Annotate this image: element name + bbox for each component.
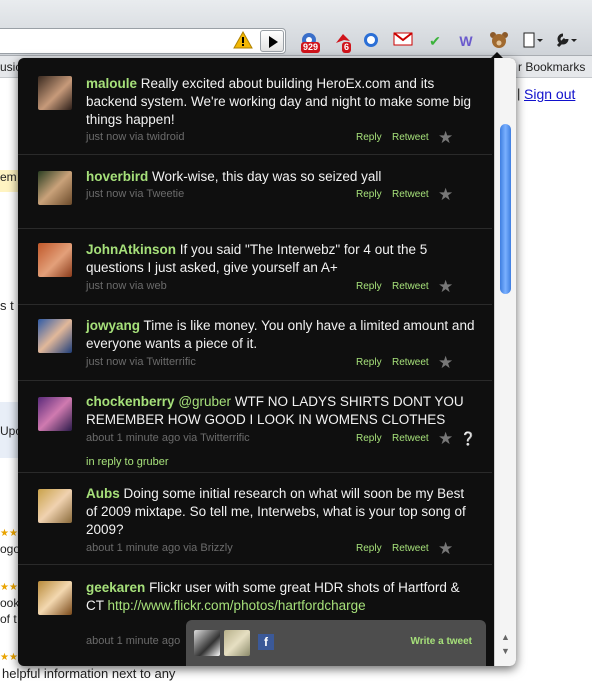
bottom-bar: f Write a tweet — [186, 620, 486, 666]
scrollbar[interactable]: ▲ ▼ — [494, 58, 516, 666]
tweet-message: Time is like money. You only have a limi… — [86, 318, 475, 351]
user-avatar[interactable] — [38, 76, 72, 110]
retweet-button[interactable]: Retweet — [392, 543, 429, 554]
favorite-star-icon[interactable]: ★ — [438, 186, 454, 203]
play-icon[interactable] — [260, 30, 284, 52]
tweet-item: maloule Really excited about building He… — [18, 58, 492, 155]
tweet-meta: about 1 minute ago — [86, 635, 181, 647]
retweet-button[interactable]: Retweet — [392, 132, 429, 143]
tweet-meta: just now via Tweetie — [86, 188, 185, 200]
tweet-username[interactable]: geekaren — [86, 580, 145, 595]
page-footer-text: helpful information next to any — [2, 666, 176, 681]
browser-toolbar: 929 6 ✔ W — [0, 0, 592, 56]
tweet-mention[interactable]: @gruber — [178, 394, 231, 409]
tweet-item: Aubs Doing some initial research on what… — [18, 473, 492, 565]
tweet-text: JohnAtkinson If you said "The Interwebz"… — [86, 241, 476, 277]
user-avatar[interactable] — [38, 489, 72, 523]
tweet-username[interactable]: Aubs — [86, 486, 120, 501]
account-avatar[interactable] — [224, 630, 250, 656]
tweet-item: hoverbird Work-wise, this day was so sei… — [18, 155, 492, 229]
gmail-icon[interactable] — [392, 31, 414, 51]
tweet-username[interactable]: chockenberry — [86, 394, 175, 409]
favorite-star-icon[interactable]: ★ — [438, 430, 454, 447]
checkmark-icon[interactable]: ✔ — [424, 31, 446, 51]
tweet-meta: about 1 minute ago via Twitterrific — [86, 432, 250, 444]
rating-stars: ★★ — [0, 528, 18, 539]
unread-count-badge: 929 — [301, 42, 321, 53]
phone-icon[interactable] — [360, 31, 382, 51]
tweet-text: Aubs Doing some initial research on what… — [86, 485, 476, 539]
page-fragment: em — [0, 170, 18, 192]
notification-count-badge: 6 — [342, 42, 352, 53]
reply-button[interactable]: Reply — [356, 281, 382, 292]
bird-notifier-icon[interactable]: 6 — [332, 31, 354, 53]
tweet-message: Work-wise, this day was so seized yall — [152, 169, 382, 184]
retweet-button[interactable]: Retweet — [392, 433, 429, 444]
tweet-text: hoverbird Work-wise, this day was so sei… — [86, 168, 476, 186]
write-tweet-button[interactable]: Write a tweet — [411, 636, 473, 647]
account-avatar[interactable] — [194, 630, 220, 656]
reply-button[interactable]: Reply — [356, 543, 382, 554]
tweet-username[interactable]: JohnAtkinson — [86, 242, 176, 257]
tweet-meta: just now via web — [86, 280, 167, 292]
tweet-item: jowyang Time is like money. You only hav… — [18, 305, 492, 381]
tweet-message: Really excited about building HeroEx.com… — [86, 76, 472, 127]
favorite-star-icon[interactable]: ★ — [438, 354, 454, 371]
conversation-icon[interactable]: ❔ — [460, 431, 476, 447]
tweet-meta: just now via twidroid — [86, 131, 185, 143]
timeline-list: maloule Really excited about building He… — [18, 58, 492, 666]
wrench-menu-icon[interactable] — [554, 31, 577, 51]
tweet-meta: just now via Twitterrific — [86, 356, 196, 368]
reply-button[interactable]: Reply — [356, 433, 382, 444]
separator: | — [517, 86, 521, 101]
scrollbar-thumb[interactable] — [500, 124, 511, 294]
tweet-item: chockenberry @gruber WTF NO LADYS SHIRTS… — [18, 381, 492, 473]
screen: 929 6 ✔ W usic r Bookmarks | Sign out em… — [0, 0, 592, 692]
favorite-star-icon[interactable]: ★ — [438, 540, 454, 557]
scroll-up-arrow-icon[interactable]: ▲ — [501, 632, 510, 642]
tweet-text: geekaren Flickr user with some great HDR… — [86, 579, 476, 615]
tweet-message: Doing some initial research on what will… — [86, 486, 466, 537]
reply-button[interactable]: Reply — [356, 132, 382, 143]
page-fragment: s t — [0, 298, 14, 313]
tweet-username[interactable]: hoverbird — [86, 169, 148, 184]
page-menu-icon[interactable] — [522, 31, 544, 51]
rating-stars: ★★ — [0, 652, 18, 663]
tweet-username[interactable]: jowyang — [86, 318, 140, 333]
tweet-text: maloule Really excited about building He… — [86, 75, 476, 129]
user-avatar[interactable] — [38, 397, 72, 431]
rss-feed-icon[interactable]: 929 — [298, 31, 321, 53]
user-avatar[interactable] — [38, 581, 72, 615]
favorite-star-icon[interactable]: ★ — [438, 278, 454, 295]
page-fragment: ook — [0, 596, 20, 610]
user-avatar[interactable] — [38, 171, 72, 205]
warning-icon[interactable] — [233, 31, 253, 49]
chromed-bird-popup: maloule Really excited about building He… — [18, 58, 516, 666]
scroll-down-arrow-icon[interactable]: ▼ — [501, 646, 510, 656]
tweet-item: JohnAtkinson If you said "The Interwebz"… — [18, 229, 492, 305]
tweet-text: chockenberry @gruber WTF NO LADYS SHIRTS… — [86, 393, 476, 429]
page-fragment: of t — [0, 612, 17, 626]
w-extension-icon[interactable]: W — [455, 31, 477, 51]
tweet-link[interactable]: http://www.flickr.com/photos/hartfordcha… — [108, 598, 366, 613]
tweet-username[interactable]: maloule — [86, 76, 137, 91]
retweet-button[interactable]: Retweet — [392, 357, 429, 368]
rating-stars: ★★ — [0, 582, 18, 593]
facebook-icon[interactable]: f — [258, 634, 274, 650]
page-fragment: Upc — [0, 402, 21, 458]
bear-chromed-bird-icon[interactable] — [488, 31, 510, 51]
favorite-star-icon[interactable]: ★ — [438, 129, 454, 146]
retweet-button[interactable]: Retweet — [392, 189, 429, 200]
tweet-text: jowyang Time is like money. You only hav… — [86, 317, 476, 353]
reply-button[interactable]: Reply — [356, 357, 382, 368]
user-avatar[interactable] — [38, 243, 72, 277]
user-avatar[interactable] — [38, 319, 72, 353]
reply-button[interactable]: Reply — [356, 189, 382, 200]
tweet-meta: about 1 minute ago via Brizzly — [86, 542, 233, 554]
retweet-button[interactable]: Retweet — [392, 281, 429, 292]
other-bookmarks[interactable]: r Bookmarks — [518, 60, 585, 74]
sign-out-link[interactable]: Sign out — [524, 86, 575, 102]
in-reply-to-link[interactable]: in reply to gruber — [86, 456, 169, 468]
